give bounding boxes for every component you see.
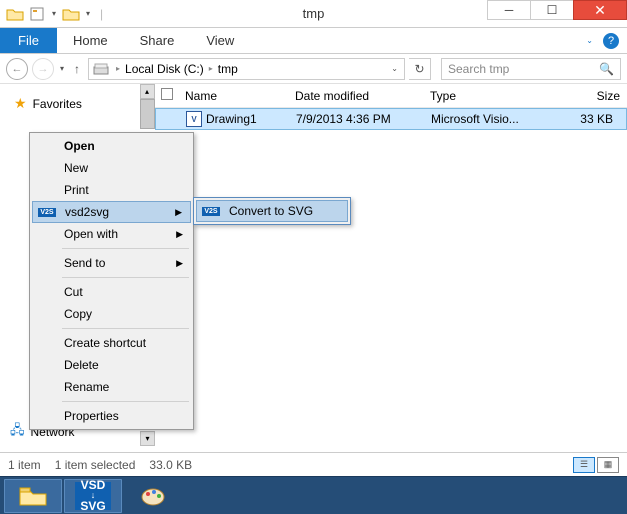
taskbar-vsd2svg[interactable]: VSD ↓ SVG	[64, 479, 122, 513]
ctx-rename[interactable]: Rename	[32, 376, 191, 398]
navigation-bar: ← → ▾ ↑ ▸ Local Disk (C:) ▸ tmp ⌄ ↻ Sear…	[0, 54, 627, 84]
separator	[62, 401, 189, 402]
details-view-button[interactable]: ☰	[573, 457, 595, 473]
file-name: Drawing1	[206, 112, 257, 126]
history-dropdown-icon[interactable]: ▾	[58, 64, 66, 73]
breadcrumb[interactable]: Local Disk (C:)	[125, 62, 204, 76]
window-title: tmp	[303, 6, 325, 21]
separator: |	[96, 7, 107, 21]
separator	[62, 248, 189, 249]
ribbon: File Home Share View ⌄ ?	[0, 28, 627, 54]
drive-icon	[93, 61, 111, 77]
chevron-right-icon: ▶	[175, 207, 182, 218]
ctx-open[interactable]: Open	[32, 135, 191, 157]
ctx-properties[interactable]: Properties	[32, 405, 191, 427]
thumbnails-view-button[interactable]: ▦	[597, 457, 619, 473]
ctx-convert-to-svg[interactable]: V2S Convert to SVG	[196, 200, 348, 222]
column-name[interactable]: Name	[185, 89, 295, 103]
maximize-button[interactable]: ☐	[530, 0, 574, 20]
chevron-down-icon[interactable]: ⌄	[389, 64, 400, 73]
help-icon[interactable]: ?	[603, 33, 619, 49]
chevron-right-icon[interactable]: ▸	[206, 64, 216, 73]
ctx-delete[interactable]: Delete	[32, 354, 191, 376]
column-date[interactable]: Date modified	[295, 89, 430, 103]
taskbar: VSD ↓ SVG	[0, 476, 627, 514]
file-tab[interactable]: File	[0, 28, 57, 53]
context-submenu: V2S Convert to SVG	[193, 197, 351, 225]
up-button[interactable]: ↑	[70, 62, 84, 76]
scroll-thumb[interactable]	[140, 99, 155, 129]
taskbar-paint[interactable]	[124, 479, 182, 513]
tab-share[interactable]: Share	[124, 29, 191, 52]
window-controls: ─ ☐ ✕	[488, 0, 627, 20]
file-row[interactable]: V Drawing1 7/9/2013 4:36 PM Microsoft Vi…	[155, 108, 627, 130]
favorites-label: Favorites	[33, 97, 82, 111]
file-size: 33 KB	[551, 112, 621, 126]
view-toggle: ☰ ▦	[573, 457, 619, 473]
chevron-down-icon[interactable]: ▾	[50, 9, 58, 18]
tab-view[interactable]: View	[190, 29, 250, 52]
ctx-open-with[interactable]: Open with ▶	[32, 223, 191, 245]
sidebar-scrollbar[interactable]: ▴	[139, 84, 155, 129]
folder-icon	[6, 5, 24, 23]
separator	[62, 277, 189, 278]
chevron-right-icon: ▶	[176, 229, 183, 240]
status-size: 33.0 KB	[149, 458, 192, 472]
minimize-button[interactable]: ─	[487, 0, 531, 20]
column-headers: Name Date modified Type Size	[155, 84, 627, 108]
search-placeholder: Search tmp	[448, 62, 509, 76]
ctx-vsd2svg[interactable]: V2S vsd2svg ▶	[32, 201, 191, 223]
column-type[interactable]: Type	[430, 89, 550, 103]
favorites-section[interactable]: ★ Favorites	[4, 92, 151, 115]
chevron-down-icon[interactable]: ▾	[84, 9, 92, 18]
context-menu: Open New Print V2S vsd2svg ▶ Open with ▶…	[29, 132, 194, 430]
v2s-icon: V2S	[38, 208, 56, 217]
search-icon: 🔍	[599, 62, 614, 76]
new-folder-icon[interactable]	[62, 5, 80, 23]
network-icon: 🖧	[10, 421, 25, 443]
file-date: 7/9/2013 4:36 PM	[296, 112, 431, 126]
select-all-checkbox[interactable]	[161, 88, 173, 100]
ctx-copy[interactable]: Copy	[32, 303, 191, 325]
chevron-right-icon[interactable]: ▸	[113, 64, 123, 73]
status-selected: 1 item selected	[55, 458, 136, 472]
file-list: Name Date modified Type Size V Drawing1 …	[155, 84, 627, 452]
search-input[interactable]: Search tmp 🔍	[441, 58, 621, 80]
ctx-new[interactable]: New	[32, 157, 191, 179]
ctx-cut[interactable]: Cut	[32, 281, 191, 303]
breadcrumb[interactable]: tmp	[218, 62, 238, 76]
ctx-create-shortcut[interactable]: Create shortcut	[32, 332, 191, 354]
properties-icon[interactable]	[28, 5, 46, 23]
v2s-icon: V2S	[202, 207, 220, 216]
vsd2svg-icon: VSD ↓ SVG	[75, 482, 111, 510]
status-count: 1 item	[8, 458, 41, 472]
title-bar: ▾ ▾ | tmp ─ ☐ ✕	[0, 0, 627, 28]
refresh-button[interactable]: ↻	[409, 58, 431, 80]
close-button[interactable]: ✕	[573, 0, 627, 20]
file-type: Microsoft Visio...	[431, 112, 551, 126]
separator	[62, 328, 189, 329]
back-button[interactable]: ←	[6, 58, 28, 80]
star-icon: ★	[14, 95, 27, 112]
ctx-send-to[interactable]: Send to ▶	[32, 252, 191, 274]
status-bar: 1 item 1 item selected 33.0 KB ☰ ▦	[0, 452, 627, 476]
forward-button[interactable]: →	[32, 58, 54, 80]
scroll-down-icon[interactable]: ▾	[140, 431, 155, 446]
visio-file-icon: V	[186, 111, 202, 127]
address-bar[interactable]: ▸ Local Disk (C:) ▸ tmp ⌄	[88, 58, 405, 80]
ctx-print[interactable]: Print	[32, 179, 191, 201]
column-size[interactable]: Size	[550, 89, 620, 103]
taskbar-explorer[interactable]	[4, 479, 62, 513]
scroll-up-icon[interactable]: ▴	[140, 84, 155, 99]
expand-ribbon-icon[interactable]: ⌄	[584, 36, 595, 45]
chevron-right-icon: ▶	[176, 258, 183, 269]
tab-home[interactable]: Home	[57, 29, 124, 52]
quick-access-toolbar: ▾ ▾ |	[0, 5, 107, 23]
